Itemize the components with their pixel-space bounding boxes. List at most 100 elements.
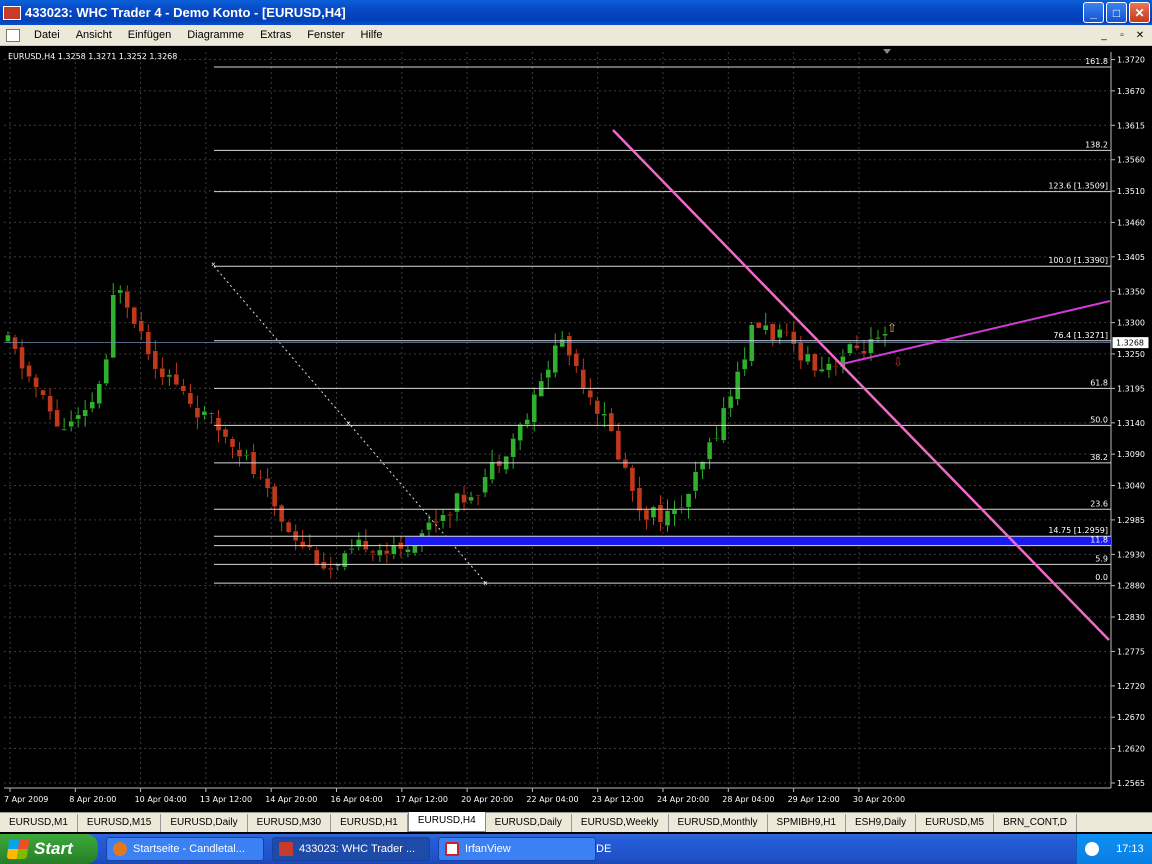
fibonacci-label: 123.6 [1.3509]: [1048, 182, 1108, 191]
symbol-tab[interactable]: EURUSD,M15: [78, 814, 162, 832]
candle-body: [475, 494, 481, 497]
symbol-tab[interactable]: ESH9,Daily: [846, 814, 917, 832]
clock: 17:13: [1116, 843, 1144, 855]
candle-body: [657, 504, 664, 523]
candle-body: [741, 358, 748, 370]
mdi-restore-button[interactable]: ▫: [1114, 28, 1130, 42]
symbol-tab[interactable]: EURUSD,M5: [916, 814, 995, 832]
task-irfanview[interactable]: IrfanView: [438, 837, 596, 861]
task-label: IrfanView: [465, 843, 511, 855]
candle-body: [580, 369, 587, 389]
price-label: 1.3195: [1117, 384, 1145, 393]
symbol-tab[interactable]: EURUSD,Monthly: [669, 814, 768, 832]
candle-body: [370, 550, 376, 553]
candle-body: [461, 494, 467, 503]
price-label: 1.3300: [1117, 319, 1145, 328]
symbol-tab[interactable]: BRN_CONT,D: [994, 814, 1077, 832]
candle-body: [342, 552, 348, 568]
candle-body: [384, 550, 390, 555]
price-chart[interactable]: 1.3720 1.3670 1.3615 1.3560 1.3510 1.3460 1.34…: [0, 46, 1152, 812]
candle-body: [468, 496, 474, 502]
candle-body: [777, 329, 783, 339]
app-icon: [3, 5, 21, 20]
candle-body: [96, 383, 102, 405]
menu-datei[interactable]: Datei: [26, 29, 68, 41]
time-label: 30 Apr 20:00: [853, 795, 905, 804]
menu-fenster[interactable]: Fenster: [299, 29, 352, 41]
tray-app-icon[interactable]: [1085, 842, 1100, 856]
candle-body: [138, 320, 145, 332]
candle-body: [615, 430, 622, 460]
candle-body: [117, 289, 123, 294]
symbol-tab[interactable]: EURUSD,H4: [407, 812, 486, 832]
candle-body: [243, 454, 250, 457]
menu-einfuegen[interactable]: Einfügen: [120, 29, 179, 41]
language-indicator[interactable]: DE: [596, 843, 611, 855]
candle-body: [692, 471, 699, 492]
symbol-tab[interactable]: EURUSD,Weekly: [572, 814, 669, 832]
price-label: 1.3720: [1117, 56, 1145, 65]
chart-window[interactable]: 1.3720 1.3670 1.3615 1.3560 1.3510 1.3460 1.34…: [0, 46, 1152, 812]
mdi-minimize-button[interactable]: _: [1096, 28, 1112, 42]
candle-body: [756, 322, 762, 329]
close-button[interactable]: ✕: [1129, 2, 1150, 23]
system-tray: 17:13: [1076, 834, 1152, 864]
candle-body: [47, 395, 53, 412]
candle-body: [587, 389, 594, 398]
candle-body: [391, 544, 397, 555]
candle-body: [12, 336, 18, 350]
fibonacci-label: 14.75 [1.2959]: [1048, 526, 1108, 535]
candle-body: [110, 294, 116, 358]
symbol-tab[interactable]: SPMIBH9,H1: [768, 814, 847, 832]
candle-body: [194, 407, 201, 418]
menu-bar: Datei Ansicht Einfügen Diagramme Extras …: [0, 25, 1152, 46]
task-firefox[interactable]: Startseite - Candletal...: [106, 837, 264, 861]
symbol-tab[interactable]: EURUSD,Daily: [161, 814, 248, 832]
price-label: 1.3460: [1117, 218, 1145, 227]
time-label: 23 Apr 12:00: [592, 795, 644, 804]
mdi-close-button[interactable]: ✕: [1132, 28, 1148, 42]
candle-body: [412, 545, 418, 554]
candle-body: [833, 365, 839, 367]
candle-body: [566, 335, 572, 356]
fibonacci-label: 5.9: [1095, 554, 1108, 563]
minimize-button[interactable]: _: [1083, 2, 1104, 23]
candle-body: [40, 389, 46, 396]
document-icon[interactable]: [6, 28, 20, 42]
candle-body: [152, 350, 159, 370]
symbol-tab[interactable]: EURUSD,M30: [248, 814, 332, 832]
candle-body: [68, 420, 74, 427]
symbol-tab[interactable]: EURUSD,H1: [331, 814, 408, 832]
start-button[interactable]: Start: [0, 834, 98, 864]
symbol-tab[interactable]: EURUSD,M1: [0, 814, 78, 832]
price-label: 1.2830: [1117, 613, 1145, 622]
menu-extras[interactable]: Extras: [252, 29, 299, 41]
time-label: 17 Apr 12:00: [396, 795, 448, 804]
symbol-tab[interactable]: EURUSD,Daily: [486, 814, 572, 832]
candle-body: [664, 510, 671, 526]
candle-body: [805, 353, 811, 363]
price-label: 1.2620: [1117, 745, 1145, 754]
price-label: 1.3405: [1117, 253, 1145, 262]
candle-body: [131, 307, 137, 325]
candle-body: [545, 369, 551, 379]
time-label: 20 Apr 20:00: [461, 795, 513, 804]
candle-body: [608, 412, 615, 432]
candle-body: [784, 331, 790, 333]
downtrend-line: [612, 129, 1110, 641]
maximize-button[interactable]: □: [1106, 2, 1127, 23]
candle-body: [89, 401, 95, 409]
candle-body: [671, 509, 678, 515]
candle-body: [826, 363, 832, 371]
candle-body: [861, 350, 867, 355]
candle-body: [426, 522, 432, 531]
candle-body: [264, 478, 271, 489]
task-trader[interactable]: 433023: WHC Trader ...: [272, 837, 430, 861]
time-label: 29 Apr 12:00: [788, 795, 840, 804]
menu-ansicht[interactable]: Ansicht: [68, 29, 120, 41]
chart-shift-marker: [883, 49, 891, 54]
firefox-icon: [113, 842, 127, 856]
candle-body: [594, 400, 601, 415]
menu-hilfe[interactable]: Hilfe: [353, 29, 391, 41]
menu-diagramme[interactable]: Diagramme: [179, 29, 252, 41]
